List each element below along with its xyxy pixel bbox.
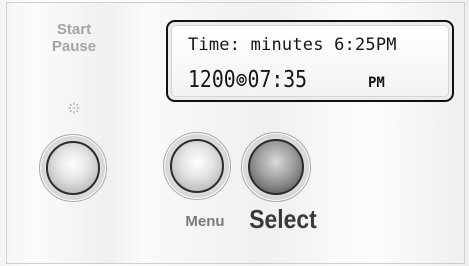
lcd-screen: Time: minutes 6:25PM 1200⊚07:35 PM <box>171 25 449 97</box>
lcd-menu-line: Time: minutes 6:25PM <box>188 35 397 55</box>
menu-button-cap <box>170 139 224 193</box>
select-button-cap <box>248 139 304 195</box>
control-panel: Start Pause Time: minutes 6:25PM 1200⊚07… <box>6 2 465 264</box>
start-label-text: Start <box>56 21 92 38</box>
start-pause-label: Start Pause <box>45 21 103 55</box>
lcd-ampm: PM <box>368 75 385 91</box>
start-pause-button[interactable] <box>39 134 107 202</box>
menu-button[interactable] <box>163 132 231 200</box>
lcd-time-digits: 1200⊚07:35 <box>188 67 308 93</box>
lcd-display: Time: minutes 6:25PM 1200⊚07:35 PM <box>166 20 454 102</box>
status-light-icon <box>68 101 80 114</box>
pause-label-text: Pause <box>51 38 97 55</box>
start-pause-button-cap <box>46 141 100 195</box>
lcd-clock-line: 1200⊚07:35 PM <box>188 67 385 93</box>
select-label: Select <box>249 204 317 234</box>
menu-label: Menu <box>185 213 225 230</box>
select-button[interactable] <box>241 132 311 202</box>
